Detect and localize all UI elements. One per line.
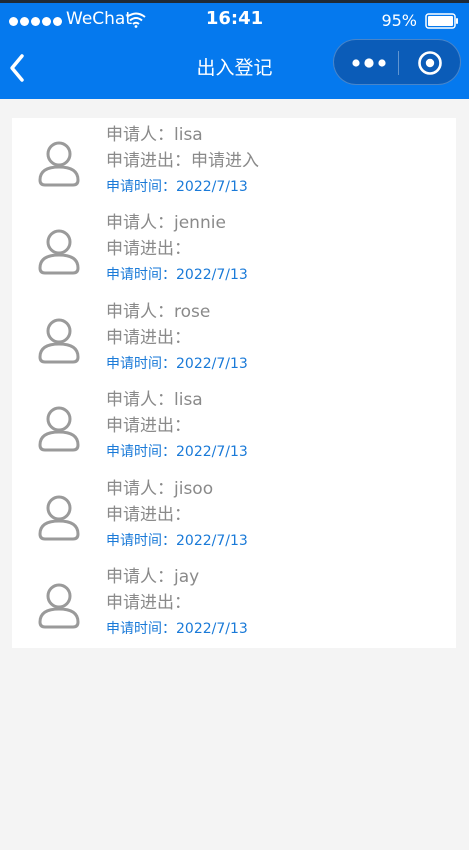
top-bar: WeChat 16:41 95% 出入登记 (0, 0, 469, 99)
applicant-name: lisa (174, 390, 203, 410)
direction-line: 申请进出： (106, 593, 191, 613)
list-item[interactable]: 申请人：lisa 申请进出： 申请时间：2022/7/13 (12, 383, 456, 471)
user-avatar-icon (38, 583, 80, 629)
applicant-name: lisa (174, 125, 203, 145)
applicant-line: 申请人：rose (106, 302, 211, 322)
apply-date: 2022/7/13 (176, 533, 248, 549)
direction-line: 申请进出： (106, 505, 191, 525)
applicant-line: 申请人：lisa (106, 125, 203, 145)
apply-date: 2022/7/13 (176, 356, 248, 372)
applicant-name: jay (174, 567, 200, 587)
apply-date: 2022/7/13 (176, 621, 248, 637)
status-bar: WeChat 16:41 95% (0, 3, 469, 36)
applicant-name: rose (174, 302, 211, 322)
user-avatar-icon (38, 495, 80, 541)
list-item[interactable]: 申请人：lisa 申请进出：申请进入 申请时间：2022/7/13 (12, 118, 456, 206)
applicant-line: 申请人：jisoo (106, 479, 214, 499)
user-avatar-icon (38, 406, 80, 452)
record-list: 申请人：lisa 申请进出：申请进入 申请时间：2022/7/13 申请人：je… (12, 118, 456, 648)
battery-icon (425, 13, 458, 29)
apply-time-line: 申请时间：2022/7/13 (106, 356, 248, 372)
applicant-name: jisoo (174, 479, 214, 499)
applicant-line: 申请人：jennie (106, 213, 226, 233)
close-mini-program-button[interactable] (417, 50, 443, 76)
battery-percentage: 95% (381, 11, 417, 30)
apply-time-line: 申请时间：2022/7/13 (106, 444, 248, 460)
apply-time-line: 申请时间：2022/7/13 (106, 533, 248, 549)
direction-value: 申请进入 (191, 151, 259, 171)
applicant-name: jennie (174, 213, 226, 233)
direction-line: 申请进出：申请进入 (106, 151, 259, 171)
user-avatar-icon (38, 229, 80, 275)
apply-date: 2022/7/13 (176, 179, 248, 195)
apply-date: 2022/7/13 (176, 444, 248, 460)
apply-date: 2022/7/13 (176, 267, 248, 283)
mini-program-capsule (333, 39, 461, 85)
list-item[interactable]: 申请人：jay 申请进出： 申请时间：2022/7/13 (12, 560, 456, 648)
list-item[interactable]: 申请人：rose 申请进出： 申请时间：2022/7/13 (12, 295, 456, 383)
applicant-line: 申请人：jay (106, 567, 200, 587)
direction-line: 申请进出： (106, 328, 191, 348)
list-item[interactable]: 申请人：jennie 申请进出： 申请时间：2022/7/13 (12, 206, 456, 294)
list-item[interactable]: 申请人：jisoo 申请进出： 申请时间：2022/7/13 (12, 472, 456, 560)
more-options-button[interactable] (350, 56, 388, 70)
apply-time-line: 申请时间：2022/7/13 (106, 621, 248, 637)
user-avatar-icon (38, 141, 80, 187)
apply-time-line: 申请时间：2022/7/13 (106, 179, 248, 195)
direction-line: 申请进出： (106, 239, 191, 259)
applicant-line: 申请人：lisa (106, 390, 203, 410)
capsule-divider (398, 51, 399, 75)
apply-time-line: 申请时间：2022/7/13 (106, 267, 248, 283)
direction-line: 申请进出： (106, 416, 191, 436)
user-avatar-icon (38, 318, 80, 364)
